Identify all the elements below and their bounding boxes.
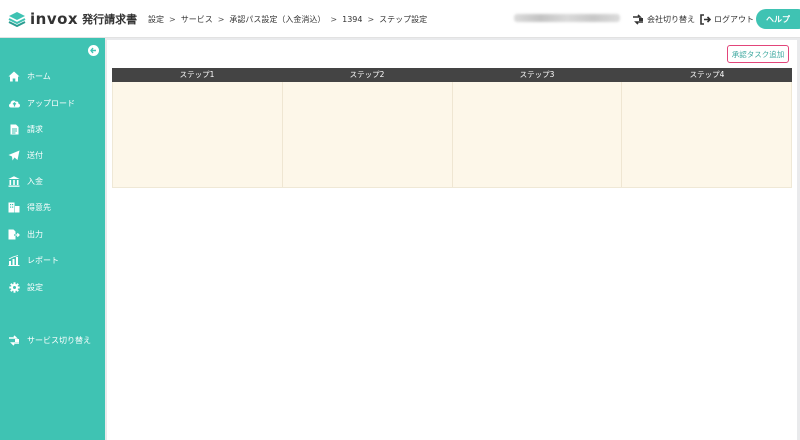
app-logo[interactable]: invox 発行請求書 <box>8 10 137 28</box>
sidebar-item-label: 得意先 <box>27 202 51 212</box>
home-icon <box>7 70 21 82</box>
building-icon <box>7 201 21 213</box>
sidebar-item-label: アップロード <box>27 98 75 108</box>
step-column-header: ステップ4 <box>689 70 725 79</box>
sidebar-item-home[interactable]: ホーム <box>0 67 105 85</box>
logout-button[interactable]: ログアウト <box>700 12 754 26</box>
approval-steps-table: ステップ1 ステップ2 ステップ3 ステップ4 <box>112 68 792 188</box>
breadcrumb-item-id[interactable]: 1394 <box>342 15 362 24</box>
gear-icon <box>7 281 21 293</box>
switch-icon <box>633 13 643 25</box>
sidebar-item-label: 入金 <box>27 176 43 186</box>
step-column-header: ステップ2 <box>349 70 385 79</box>
company-switch-button[interactable]: 会社切り替え <box>632 12 695 26</box>
logo-subtitle: 発行請求書 <box>82 13 138 26</box>
sidebar-item-output[interactable]: 出力 <box>0 225 105 243</box>
chart-icon <box>7 254 21 266</box>
breadcrumb: 設定 > サービス > 承認パス設定（入金消込） > 1394 > ステップ設定 <box>148 13 427 25</box>
sidebar-item-label: ホーム <box>27 71 51 81</box>
service-switch-label: サービス切り替え <box>27 335 91 345</box>
sidebar-item-label: 出力 <box>27 229 43 239</box>
logout-label: ログアウト <box>714 14 754 24</box>
help-button[interactable]: ヘルプ <box>756 9 800 29</box>
sidebar-item-label: 請求 <box>27 124 43 134</box>
sidebar-collapse-button[interactable] <box>88 45 99 56</box>
sidebar-item-send[interactable]: 送付 <box>0 146 105 164</box>
sidebar-item-upload[interactable]: アップロード <box>0 94 105 112</box>
top-header: invox 発行請求書 設定 > サービス > 承認パス設定（入金消込） > 1… <box>0 0 800 38</box>
breadcrumb-item-service[interactable]: サービス <box>181 14 213 25</box>
sidebar-item-label: 送付 <box>27 150 43 160</box>
invox-logo-icon <box>8 11 26 28</box>
main-content: 承認タスク追加 ステップ1 ステップ2 ステップ3 ステップ4 <box>107 40 797 440</box>
sidebar-item-label: レポート <box>27 255 59 265</box>
sidebar-item-report[interactable]: レポート <box>0 251 105 269</box>
sidebar-service-switch[interactable]: サービス切り替え <box>0 331 105 349</box>
sidebar-item-payment[interactable]: 入金 <box>0 172 105 190</box>
breadcrumb-separator-icon: > <box>217 14 225 24</box>
step-4-dropzone[interactable] <box>622 82 791 187</box>
breadcrumb-item-approval-path[interactable]: 承認パス設定（入金消込） <box>229 14 325 25</box>
step-column-header: ステップ3 <box>519 70 555 79</box>
bank-icon <box>7 175 21 187</box>
add-approval-task-button[interactable]: 承認タスク追加 <box>727 45 789 63</box>
sidebar-item-label: 設定 <box>27 282 43 292</box>
sidebar-item-settings[interactable]: 設定 <box>0 278 105 296</box>
document-icon <box>7 123 21 135</box>
breadcrumb-separator-icon: > <box>169 14 176 24</box>
breadcrumb-item-current: ステップ設定 <box>379 14 428 24</box>
switch-icon <box>7 334 21 346</box>
steps-body-row <box>112 82 792 188</box>
step-column-header: ステップ1 <box>179 70 215 79</box>
logo-text: invox <box>30 10 79 28</box>
sidebar: ホーム アップロード 請求 送付 入金 得意先 出力 レポート 設定 サービス切… <box>0 38 105 440</box>
breadcrumb-separator-icon: > <box>367 14 375 24</box>
paper-plane-icon <box>7 149 21 161</box>
company-switch-label: 会社切り替え <box>647 14 695 24</box>
breadcrumb-item-settings[interactable]: 設定 <box>148 14 164 25</box>
arrow-left-icon <box>90 47 96 54</box>
step-1-dropzone[interactable] <box>113 82 283 187</box>
sidebar-item-billing[interactable]: 請求 <box>0 120 105 138</box>
steps-header-row: ステップ1 ステップ2 ステップ3 ステップ4 <box>112 68 792 82</box>
step-2-dropzone[interactable] <box>283 82 453 187</box>
cloud-upload-icon <box>7 97 21 109</box>
logout-icon <box>700 13 711 25</box>
step-3-dropzone[interactable] <box>453 82 623 187</box>
breadcrumb-separator-icon: > <box>330 14 338 24</box>
sidebar-item-customers[interactable]: 得意先 <box>0 198 105 216</box>
user-info-blurred <box>514 14 620 22</box>
file-export-icon <box>7 228 21 240</box>
